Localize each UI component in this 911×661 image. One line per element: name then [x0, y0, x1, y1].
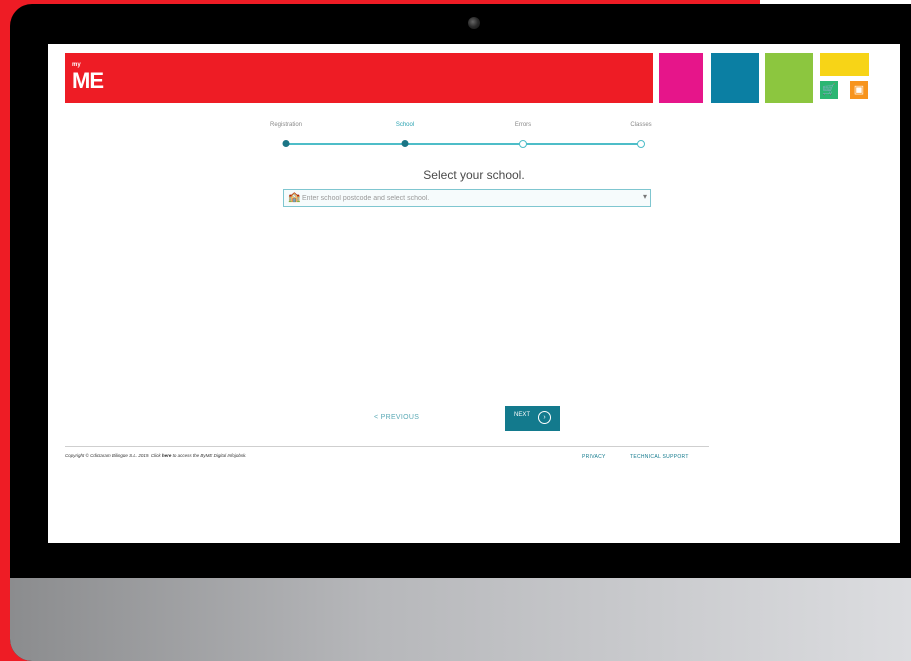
school-building-icon: 🏫	[288, 192, 301, 203]
school-search[interactable]: 🏫 ▾	[283, 189, 651, 207]
page-title: Select your school.	[423, 168, 525, 182]
color-block-green	[765, 53, 813, 103]
step-label-school: School	[395, 122, 415, 128]
previous-button[interactable]: < PREVIOUS	[374, 414, 419, 421]
step-dot-school	[401, 140, 409, 147]
copyright-text: Copyright © Cdictaram Bilingüe S.L. 2019…	[65, 453, 247, 458]
logo-superscript: my	[72, 62, 81, 68]
color-block-pink	[659, 53, 703, 103]
next-button[interactable]: NEXT ›	[505, 406, 560, 431]
gift-icon[interactable]: ▣	[850, 81, 868, 99]
arrow-right-circle-icon: ›	[538, 411, 551, 424]
step-label-classes: Classes	[630, 122, 652, 128]
privacy-link[interactable]: PRIVACY	[582, 454, 606, 460]
step-label-registration: Registration	[269, 122, 303, 128]
logo-text: ME	[72, 68, 104, 93]
step-dot-registration	[282, 140, 290, 147]
copyright-prefix: Copyright © Cdictaram Bilingüe S.L. 2019…	[65, 453, 162, 458]
stepper-line	[286, 143, 641, 145]
progress-stepper: Registration School Errors Classes	[258, 122, 668, 152]
app-logo[interactable]: my ME	[72, 62, 104, 94]
app-screen: my ME 🛒 ▣ Registration School Errors Cla…	[48, 44, 900, 543]
header-bar: my ME	[65, 53, 653, 103]
monitor-chin	[10, 578, 911, 661]
copyright-here-link[interactable]: here	[162, 453, 172, 458]
dropdown-caret-icon[interactable]: ▾	[643, 192, 647, 201]
step-dot-errors	[519, 140, 527, 148]
copyright-suffix: to access the ByME Digital Infojobsk.	[171, 453, 247, 458]
color-block-teal	[711, 53, 759, 103]
monitor-frame: my ME 🛒 ▣ Registration School Errors Cla…	[10, 4, 911, 661]
color-block-yellow	[820, 53, 869, 76]
technical-support-link[interactable]: TECHNICAL SUPPORT	[630, 454, 689, 460]
step-dot-classes	[637, 140, 645, 148]
step-label-errors: Errors	[514, 122, 532, 128]
cart-icon[interactable]: 🛒	[820, 81, 838, 99]
school-search-input[interactable]	[302, 191, 632, 205]
next-label: NEXT	[514, 412, 531, 418]
webcam	[468, 17, 480, 29]
footer-divider	[65, 446, 709, 447]
